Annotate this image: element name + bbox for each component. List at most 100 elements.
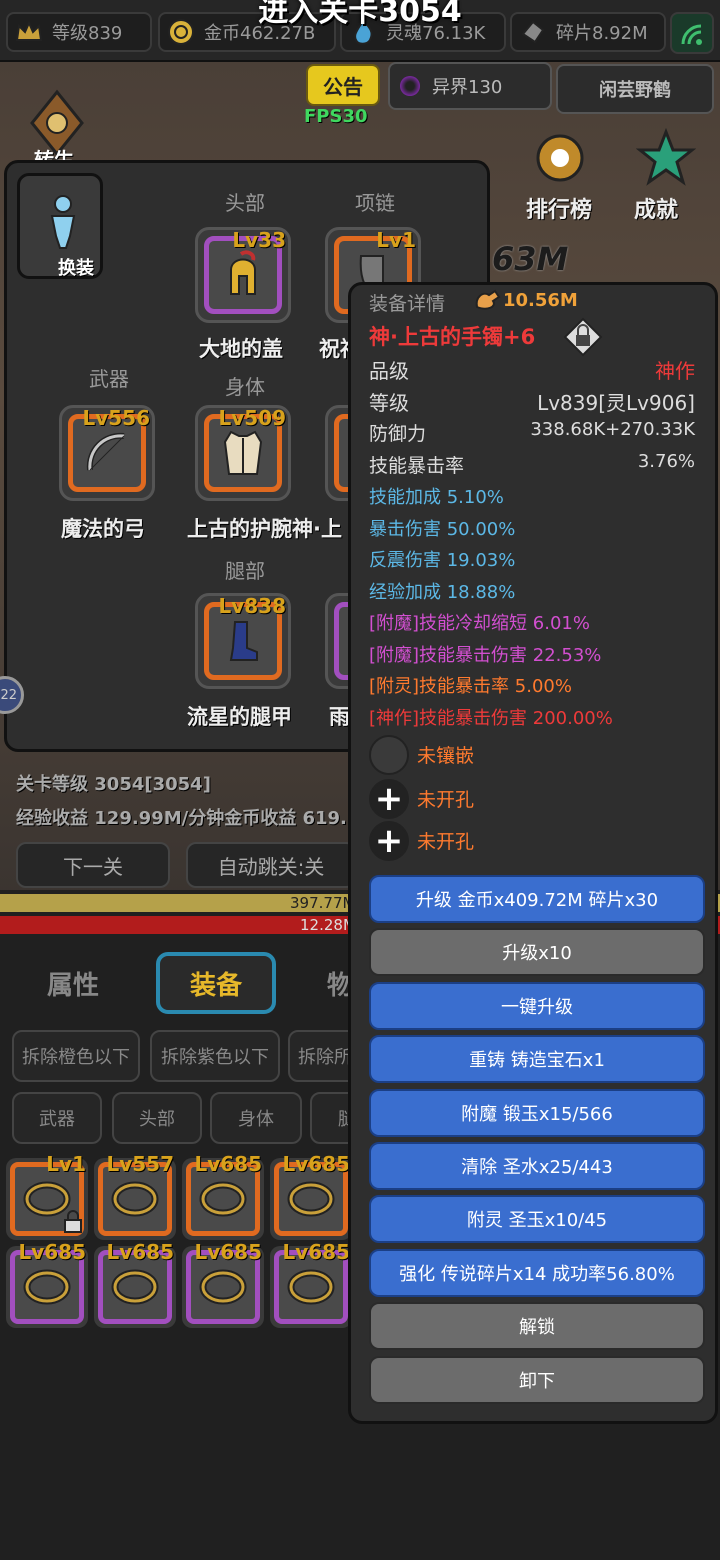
fps-counter: FPS30: [304, 106, 368, 127]
inventory-item[interactable]: Lv685: [270, 1240, 352, 1328]
slot-legs[interactable]: Lv838: [195, 593, 291, 689]
grade-label: 品级: [369, 359, 409, 383]
inventory-item-level: Lv685: [282, 1240, 350, 1264]
level-value: Lv839[灵Lv906]: [537, 391, 695, 415]
tab-equipment[interactable]: 装备: [156, 952, 276, 1014]
slot-head-name: 大地的盖: [199, 337, 283, 361]
inventory-item-level: Lv1: [46, 1152, 86, 1176]
slot-label-head: 头部: [225, 191, 265, 215]
gem-socket-empty[interactable]: [369, 735, 409, 775]
player-name-button[interactable]: 闲芸野鹤: [556, 64, 714, 114]
slot-weapon[interactable]: Lv556: [59, 405, 155, 501]
plus-icon[interactable]: +: [369, 779, 409, 819]
auto-skip-button[interactable]: 自动跳关:关: [186, 842, 356, 888]
inventory-item[interactable]: Lv1: [6, 1152, 88, 1240]
slot-weapon-name: 魔法的弓: [61, 517, 145, 541]
bonus-stat-line: 暴击伤害 50.00%: [369, 518, 516, 540]
defense-label: 防御力: [369, 423, 427, 445]
slot-label-weapon: 武器: [89, 367, 129, 391]
lock-icon: [62, 1210, 84, 1238]
slot-extra-name: 雨: [329, 705, 350, 729]
filter-weapon[interactable]: 武器: [12, 1092, 102, 1144]
defense-value: 338.68K+270.33K: [530, 419, 695, 440]
stage-enter-banner: 进入关卡3054: [258, 0, 462, 29]
power-arm-icon: [473, 287, 503, 317]
action-button[interactable]: 升级 金币x409.72M 碎片x30: [369, 875, 705, 923]
otherworld-button[interactable]: 异界130: [388, 62, 552, 110]
equipment-detail-popup: 装备详情 10.56M 神·上古的手镯+6 品级 神作 等级 Lv839[灵Lv…: [348, 282, 718, 1424]
action-button[interactable]: 附灵 圣玉x10/45: [369, 1195, 705, 1244]
socket-status-1: 未镶嵌: [417, 745, 475, 767]
crit-label: 技能暴击率: [369, 455, 465, 477]
grade-value: 神作: [655, 359, 695, 383]
inventory-item-level: Lv685: [106, 1240, 174, 1264]
portal-icon: [400, 76, 420, 96]
slot-body-level: Lv509: [218, 406, 286, 430]
slot-body-name: 上古的护腕神·上: [187, 517, 342, 541]
plus-icon[interactable]: +: [369, 821, 409, 861]
dismantle-below-orange-button[interactable]: 拆除橙色以下: [12, 1030, 140, 1082]
bonus-stat-line: [附灵]技能暴击率 5.00%: [369, 676, 572, 697]
achievement-icon[interactable]: [635, 127, 697, 188]
bonus-stat-line: [神作]技能暴击伤害 200.00%: [369, 707, 613, 729]
rank-icon[interactable]: [530, 128, 590, 188]
inventory-item-level: Lv685: [194, 1152, 262, 1176]
inventory-item-level: Lv685: [194, 1240, 262, 1264]
power-value: 10.56M: [503, 290, 578, 311]
dismantle-below-purple-button[interactable]: 拆除紫色以下: [150, 1030, 280, 1082]
slot-body[interactable]: Lv509: [195, 405, 291, 501]
swap-outfit-label: 换装: [58, 258, 94, 279]
swap-outfit-button[interactable]: 换装: [17, 173, 103, 279]
inventory-item[interactable]: Lv685: [182, 1240, 264, 1328]
action-button[interactable]: 清除 圣水x25/443: [369, 1142, 705, 1190]
tab-attributes[interactable]: 属性: [30, 952, 116, 1014]
bonus-stat-line: [附魔]技能冷却缩短 6.01%: [369, 613, 590, 634]
lock-icon[interactable]: [563, 317, 603, 361]
slot-head[interactable]: Lv33: [195, 227, 291, 323]
income-text: 经验收益 129.99M/分钟金币收益 619.: [16, 808, 347, 829]
level-label: 等级: [369, 391, 409, 415]
action-button[interactable]: 解锁: [369, 1302, 705, 1351]
detail-header: 装备详情: [369, 293, 446, 315]
inventory-item-level: Lv557: [106, 1152, 174, 1176]
otherworld-label: 异界130: [432, 77, 503, 98]
slot-label-legs: 腿部: [225, 559, 265, 583]
inventory-item-level: Lv685: [282, 1152, 350, 1176]
filter-body[interactable]: 身体: [210, 1092, 302, 1144]
action-button[interactable]: 一键升级: [369, 981, 705, 1030]
bonus-stat-line: [附魔]技能暴击伤害 22.53%: [369, 644, 602, 666]
action-button[interactable]: 附魔 锻玉x15/566: [369, 1088, 705, 1137]
inventory-item[interactable]: Lv685: [94, 1240, 176, 1328]
action-button[interactable]: 强化 传说碎片x14 成功率56.80%: [369, 1248, 705, 1297]
next-stage-button[interactable]: 下一关: [16, 842, 170, 888]
slot-legs-name: 流星的腿甲: [187, 705, 292, 729]
slot-label-body: 身体: [225, 375, 265, 399]
hp-bar-value: 397.77M: [290, 894, 356, 912]
inventory-item[interactable]: Lv685: [270, 1152, 352, 1240]
inventory-item[interactable]: Lv557: [94, 1152, 176, 1240]
bonus-stat-line: 技能加成 5.10%: [369, 487, 504, 508]
filter-head[interactable]: 头部: [112, 1092, 202, 1144]
action-button[interactable]: 卸下: [369, 1355, 705, 1404]
inventory-item[interactable]: Lv685: [6, 1240, 88, 1328]
slot-legs-level: Lv838: [218, 594, 286, 618]
achievement-label[interactable]: 成就: [634, 192, 678, 224]
slot-weapon-level: Lv556: [82, 406, 150, 430]
socket-status-3: 未开孔: [417, 831, 475, 853]
character-icon: [50, 195, 76, 249]
scene-fragment-value: 63M: [492, 240, 569, 278]
item-name: 神·上古的手镯+6: [369, 325, 536, 349]
bonus-stat-line: 经验加成 18.88%: [369, 581, 516, 603]
stage-level-text: 关卡等级 3054[3054]: [16, 774, 211, 795]
inventory-item[interactable]: Lv685: [182, 1152, 264, 1240]
slot-necklace-level: Lv1: [376, 228, 416, 252]
rank-label[interactable]: 排行榜: [526, 192, 592, 224]
socket-status-2: 未开孔: [417, 789, 475, 811]
action-button[interactable]: 升级x10: [369, 928, 705, 977]
action-button[interactable]: 重铸 铸造宝石x1: [369, 1035, 705, 1084]
inventory-item-level: Lv685: [18, 1240, 86, 1264]
slot-label-necklace: 项链: [355, 191, 395, 215]
notice-button[interactable]: 公告: [306, 64, 380, 106]
bonus-stat-line: 反震伤害 19.03%: [369, 550, 516, 571]
slot-head-level: Lv33: [232, 228, 286, 252]
